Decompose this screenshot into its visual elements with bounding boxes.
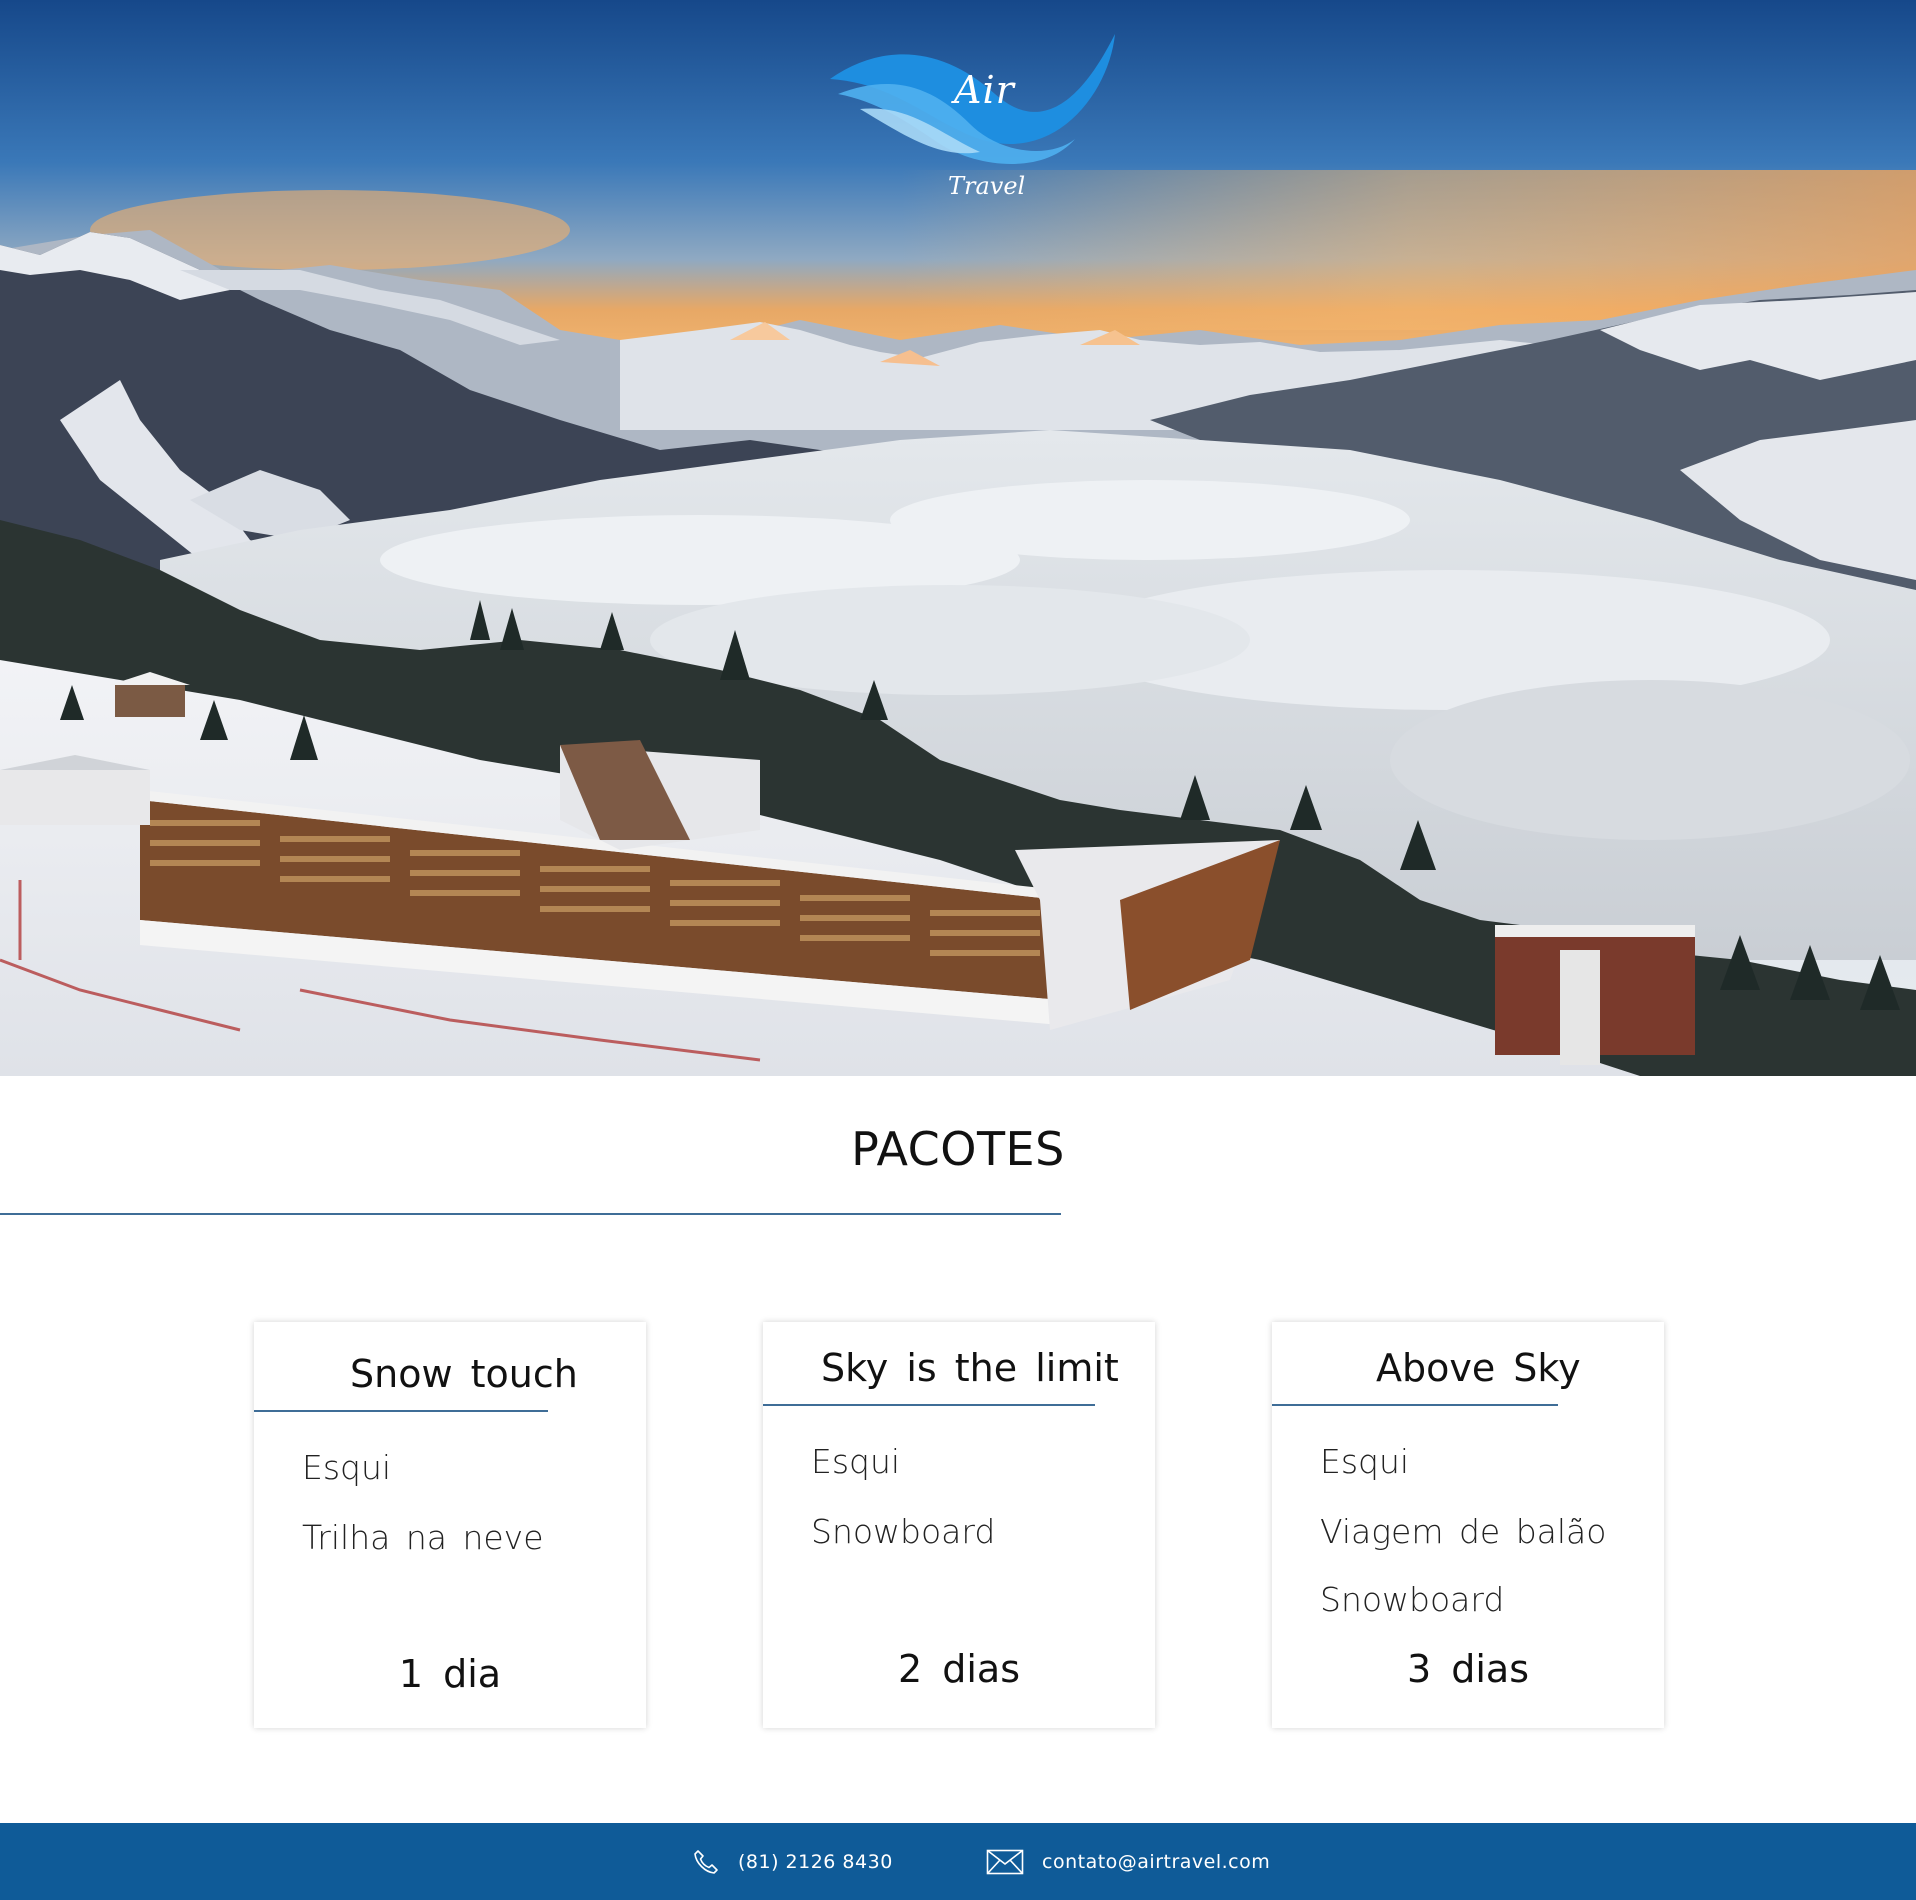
package-title: Sky is the limit [821,1346,1119,1390]
package-card-above-sky[interactable]: Above Sky Esqui Viagem de balão Snowboar… [1272,1322,1664,1728]
package-title-rule [254,1410,548,1412]
package-duration: 3 dias [1406,1647,1530,1691]
email-address: contato@airtravel.com [1042,1850,1271,1873]
package-item: Viagem de balão [1320,1512,1607,1551]
package-title: Snow touch [350,1352,578,1396]
footer: (81) 2126 8430 contato@airtravel.com [0,1823,1916,1900]
phone-icon [694,1849,718,1874]
package-title: Above Sky [1376,1346,1581,1390]
section-divider [0,1213,1061,1215]
package-item: Esqui [302,1448,392,1487]
section-title: PACOTES [851,1122,1065,1176]
logo-subtitle: Travel [948,172,1026,200]
package-item: Trilha na neve [302,1518,544,1557]
package-card-sky-is-the-limit[interactable]: Sky is the limit Esqui Snowboard 2 dias [763,1322,1155,1728]
package-title-rule [763,1404,1095,1406]
logo-word: Air [954,68,1015,112]
package-card-snow-touch[interactable]: Snow touch Esqui Trilha na neve 1 dia [254,1322,646,1728]
package-title-rule [1272,1404,1558,1406]
phone-number: (81) 2126 8430 [738,1850,893,1873]
hero-image: Air Travel [0,0,1916,1076]
envelope-icon [986,1849,1024,1874]
package-item: Snowboard [1320,1580,1505,1619]
package-item: Esqui [811,1442,901,1481]
package-item: Esqui [1320,1442,1410,1481]
footer-email[interactable]: contato@airtravel.com [986,1823,1270,1900]
package-duration: 1 dia [398,1652,502,1696]
package-item: Snowboard [811,1512,996,1551]
package-duration: 2 dias [897,1647,1021,1691]
footer-phone[interactable]: (81) 2126 8430 [692,1823,893,1900]
air-travel-logo[interactable]: Air Travel [820,24,1120,214]
